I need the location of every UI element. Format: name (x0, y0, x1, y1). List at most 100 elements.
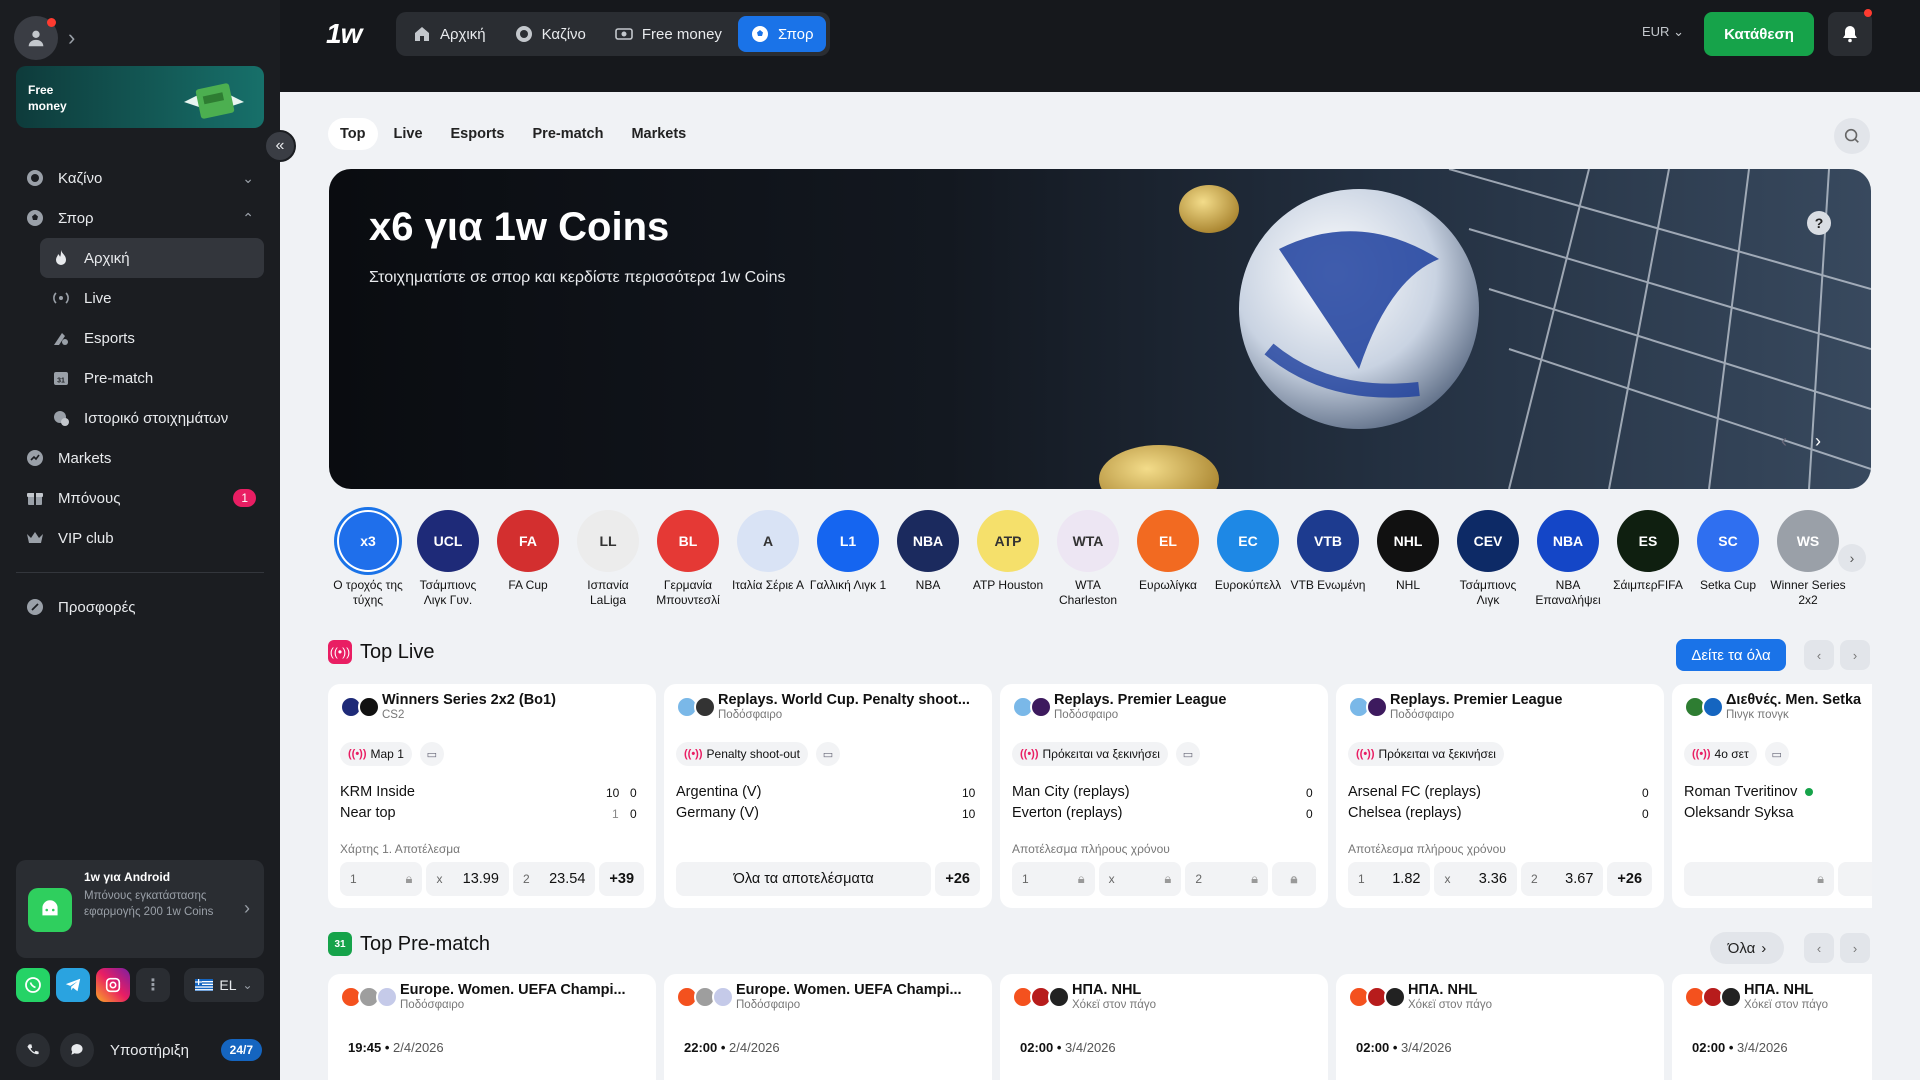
tv-icon[interactable]: ▭ (815, 742, 840, 766)
notifications-button[interactable] (1828, 9, 1872, 56)
league-item[interactable]: SC Setka Cup (1688, 510, 1768, 610)
help-icon[interactable]: ? (1807, 211, 1831, 235)
prematch-event-card[interactable]: ΗΠΑ. NHL Χόκεϊ στον πάγο 02:00 • 3/4/2026 (1000, 974, 1328, 1080)
odd-button[interactable]: 🔒︎ (1684, 862, 1834, 896)
league-item[interactable]: NHL NHL (1368, 510, 1448, 610)
sidebar-item-prematch[interactable]: 31 Pre-match (40, 358, 264, 398)
sidebar-item-bonus[interactable]: Μπόνους 1 (16, 478, 264, 518)
odd-button[interactable]: x 13.99 (426, 862, 509, 896)
odd-button[interactable]: 1 🔒︎ (340, 862, 423, 896)
brand-logo[interactable]: 1w (326, 18, 362, 50)
search-button[interactable] (1834, 118, 1870, 154)
live-event-card[interactable]: Replays. Premier League Ποδόσφαιρο ((•))… (1000, 684, 1328, 908)
more-markets-button[interactable]: +26 (935, 862, 980, 896)
collapse-sidebar-button[interactable]: « (264, 130, 296, 162)
league-item[interactable]: NBA NBA Επαναλήψει (1528, 510, 1608, 610)
league-item[interactable]: BL Γερμανία Μπουντεσλί (648, 510, 728, 610)
all-results-button[interactable]: Όλα τα αποτελέσματα (676, 862, 932, 896)
tv-icon[interactable]: ▭ (1764, 742, 1789, 766)
sidebar-item-markets[interactable]: Markets (16, 438, 264, 478)
sidebar-item-sport[interactable]: Σπορ ⌃ (16, 198, 264, 238)
instagram-icon[interactable] (96, 968, 130, 1002)
sidebar-item-bet-history[interactable]: Ιστορικό στοιχημάτων (40, 398, 264, 438)
avatar[interactable] (14, 16, 58, 60)
nav-casino[interactable]: Καζίνο (502, 16, 598, 52)
more-icon[interactable]: ⋮ (136, 968, 170, 1002)
support-bar[interactable]: Υποστήριξη 24/7 (16, 1030, 264, 1070)
app-title: 1w για Android (84, 870, 171, 884)
more-markets-button[interactable]: +26 (1607, 862, 1653, 896)
all-prematch-button[interactable]: Όλα › (1710, 932, 1784, 964)
free-money-promo[interactable]: Free money (16, 66, 264, 128)
see-all-button[interactable]: Δείτε τα όλα (1676, 639, 1786, 671)
odd-button[interactable]: x 🔒︎ (1098, 862, 1182, 896)
nav-home[interactable]: Αρχική (400, 16, 498, 52)
sidebar-item-casino[interactable]: Καζίνο ⌄ (16, 158, 264, 198)
whatsapp-icon[interactable] (16, 968, 50, 1002)
odd-button[interactable]: x 3.36 (1434, 862, 1517, 896)
odd-button[interactable]: 1 1.82 (1348, 862, 1431, 896)
odd-button[interactable]: 2 3.67 (1520, 862, 1604, 896)
more-markets-button[interactable]: +39 (599, 862, 645, 896)
odd-button[interactable]: 1 🔒︎ (1012, 862, 1095, 896)
league-item[interactable]: FA FA Cup (488, 510, 568, 610)
league-item[interactable]: VTB VTB Ενωμένη (1288, 510, 1368, 610)
chevron-right-icon[interactable]: › (1840, 640, 1870, 670)
sidebar-item-vip[interactable]: VIP club (16, 518, 264, 558)
android-app-promo[interactable]: 1w για Android Μπόνους εγκατάστασης εφαρ… (16, 860, 264, 958)
sidebar-item-offers[interactable]: Προσφορές (16, 587, 264, 627)
chevron-right-icon[interactable]: › (1815, 431, 1821, 452)
tv-icon[interactable]: ▭ (1175, 742, 1200, 766)
sidebar-item-live[interactable]: Live (40, 278, 264, 318)
chevron-right-icon[interactable]: › (68, 25, 75, 51)
deposit-button[interactable]: Κατάθεση (1704, 12, 1814, 56)
odd-button[interactable]: 🔒︎ (1838, 862, 1872, 896)
live-event-card[interactable]: Διεθνές. Men. Setka Πινγκ πονγκ ((•)) 4ο … (1672, 684, 1872, 908)
more-markets-button[interactable]: 🔒︎ (1272, 862, 1317, 896)
league-item[interactable]: ATP ATP Houston (968, 510, 1048, 610)
prematch-event-card[interactable]: Europe. Women. UEFA Champi... Ποδόσφαιρο 2… (664, 974, 992, 1080)
live-event-card[interactable]: Replays. Premier League Ποδόσφαιρο ((•))… (1336, 684, 1664, 908)
tab-live[interactable]: Live (382, 118, 435, 150)
tab-markets[interactable]: Markets (619, 118, 698, 150)
tab-prematch[interactable]: Pre-match (521, 118, 616, 150)
league-item[interactable]: WS Winner Series 2x2 (1768, 510, 1848, 610)
league-item[interactable]: WTA WTA Charleston (1048, 510, 1128, 610)
league-item[interactable]: EL Ευρωλίγκα (1128, 510, 1208, 610)
league-item[interactable]: EC Ευροκύπελλ (1208, 510, 1288, 610)
prematch-event-card[interactable]: Europe. Women. UEFA Champi... Ποδόσφαιρο 1… (328, 974, 656, 1080)
live-event-card[interactable]: Winners Series 2x2 (Bo1) CS2 ((•)) Map 1 … (328, 684, 656, 908)
tab-top[interactable]: Top (328, 118, 378, 150)
prematch-event-card[interactable]: ΗΠΑ. NHL Χόκεϊ στον πάγο 02:00 • 3/4/2026 (1672, 974, 1872, 1080)
chevron-right-icon[interactable]: › (1840, 933, 1870, 963)
phone-icon[interactable] (16, 1033, 50, 1067)
telegram-icon[interactable] (56, 968, 90, 1002)
language-selector[interactable]: EL ⌄ (184, 968, 264, 1002)
promo-banner[interactable]: x6 για 1w Coins Στοιχηματίστε σε σπορ κα… (329, 169, 1871, 489)
chevron-left-icon[interactable]: ‹ (1781, 431, 1787, 452)
league-item[interactable]: UCL Τσάμπιονς Λιγκ Γυν. (408, 510, 488, 610)
league-item[interactable]: CEV Τσάμπιονς Λιγκ (1448, 510, 1528, 610)
live-event-card[interactable]: Replays. World Cup. Penalty shoot... Ποδ… (664, 684, 992, 908)
nav-free-money[interactable]: Free money (602, 16, 734, 52)
league-item[interactable]: ES ΣάιμπερFIFA (1608, 510, 1688, 610)
notification-dot (1864, 9, 1872, 17)
leagues-next-button[interactable]: › (1838, 544, 1866, 572)
tab-esports[interactable]: Esports (439, 118, 517, 150)
league-item[interactable]: x3 Ο τροχός της τύχης (328, 510, 408, 610)
odd-button[interactable]: 2 23.54 (512, 862, 596, 896)
chat-icon[interactable] (60, 1033, 94, 1067)
chevron-left-icon[interactable]: ‹ (1804, 933, 1834, 963)
chevron-left-icon[interactable]: ‹ (1804, 640, 1834, 670)
sidebar-item-home[interactable]: Αρχική (40, 238, 264, 278)
tv-icon[interactable]: ▭ (419, 742, 444, 766)
sidebar-item-esports[interactable]: Esports (40, 318, 264, 358)
prematch-event-card[interactable]: ΗΠΑ. NHL Χόκεϊ στον πάγο 02:00 • 3/4/2026 (1336, 974, 1664, 1080)
nav-sport[interactable]: Σπορ (737, 16, 826, 52)
league-item[interactable]: A Ιταλία Σέριε Α (728, 510, 808, 610)
league-item[interactable]: LL Ισπανία LaLiga (568, 510, 648, 610)
league-item[interactable]: L1 Γαλλική Λιγκ 1 (808, 510, 888, 610)
league-item[interactable]: NBA NBA (888, 510, 968, 610)
currency-selector[interactable]: EUR ⌄ (1642, 24, 1684, 40)
odd-button[interactable]: 2 🔒︎ (1185, 862, 1269, 896)
